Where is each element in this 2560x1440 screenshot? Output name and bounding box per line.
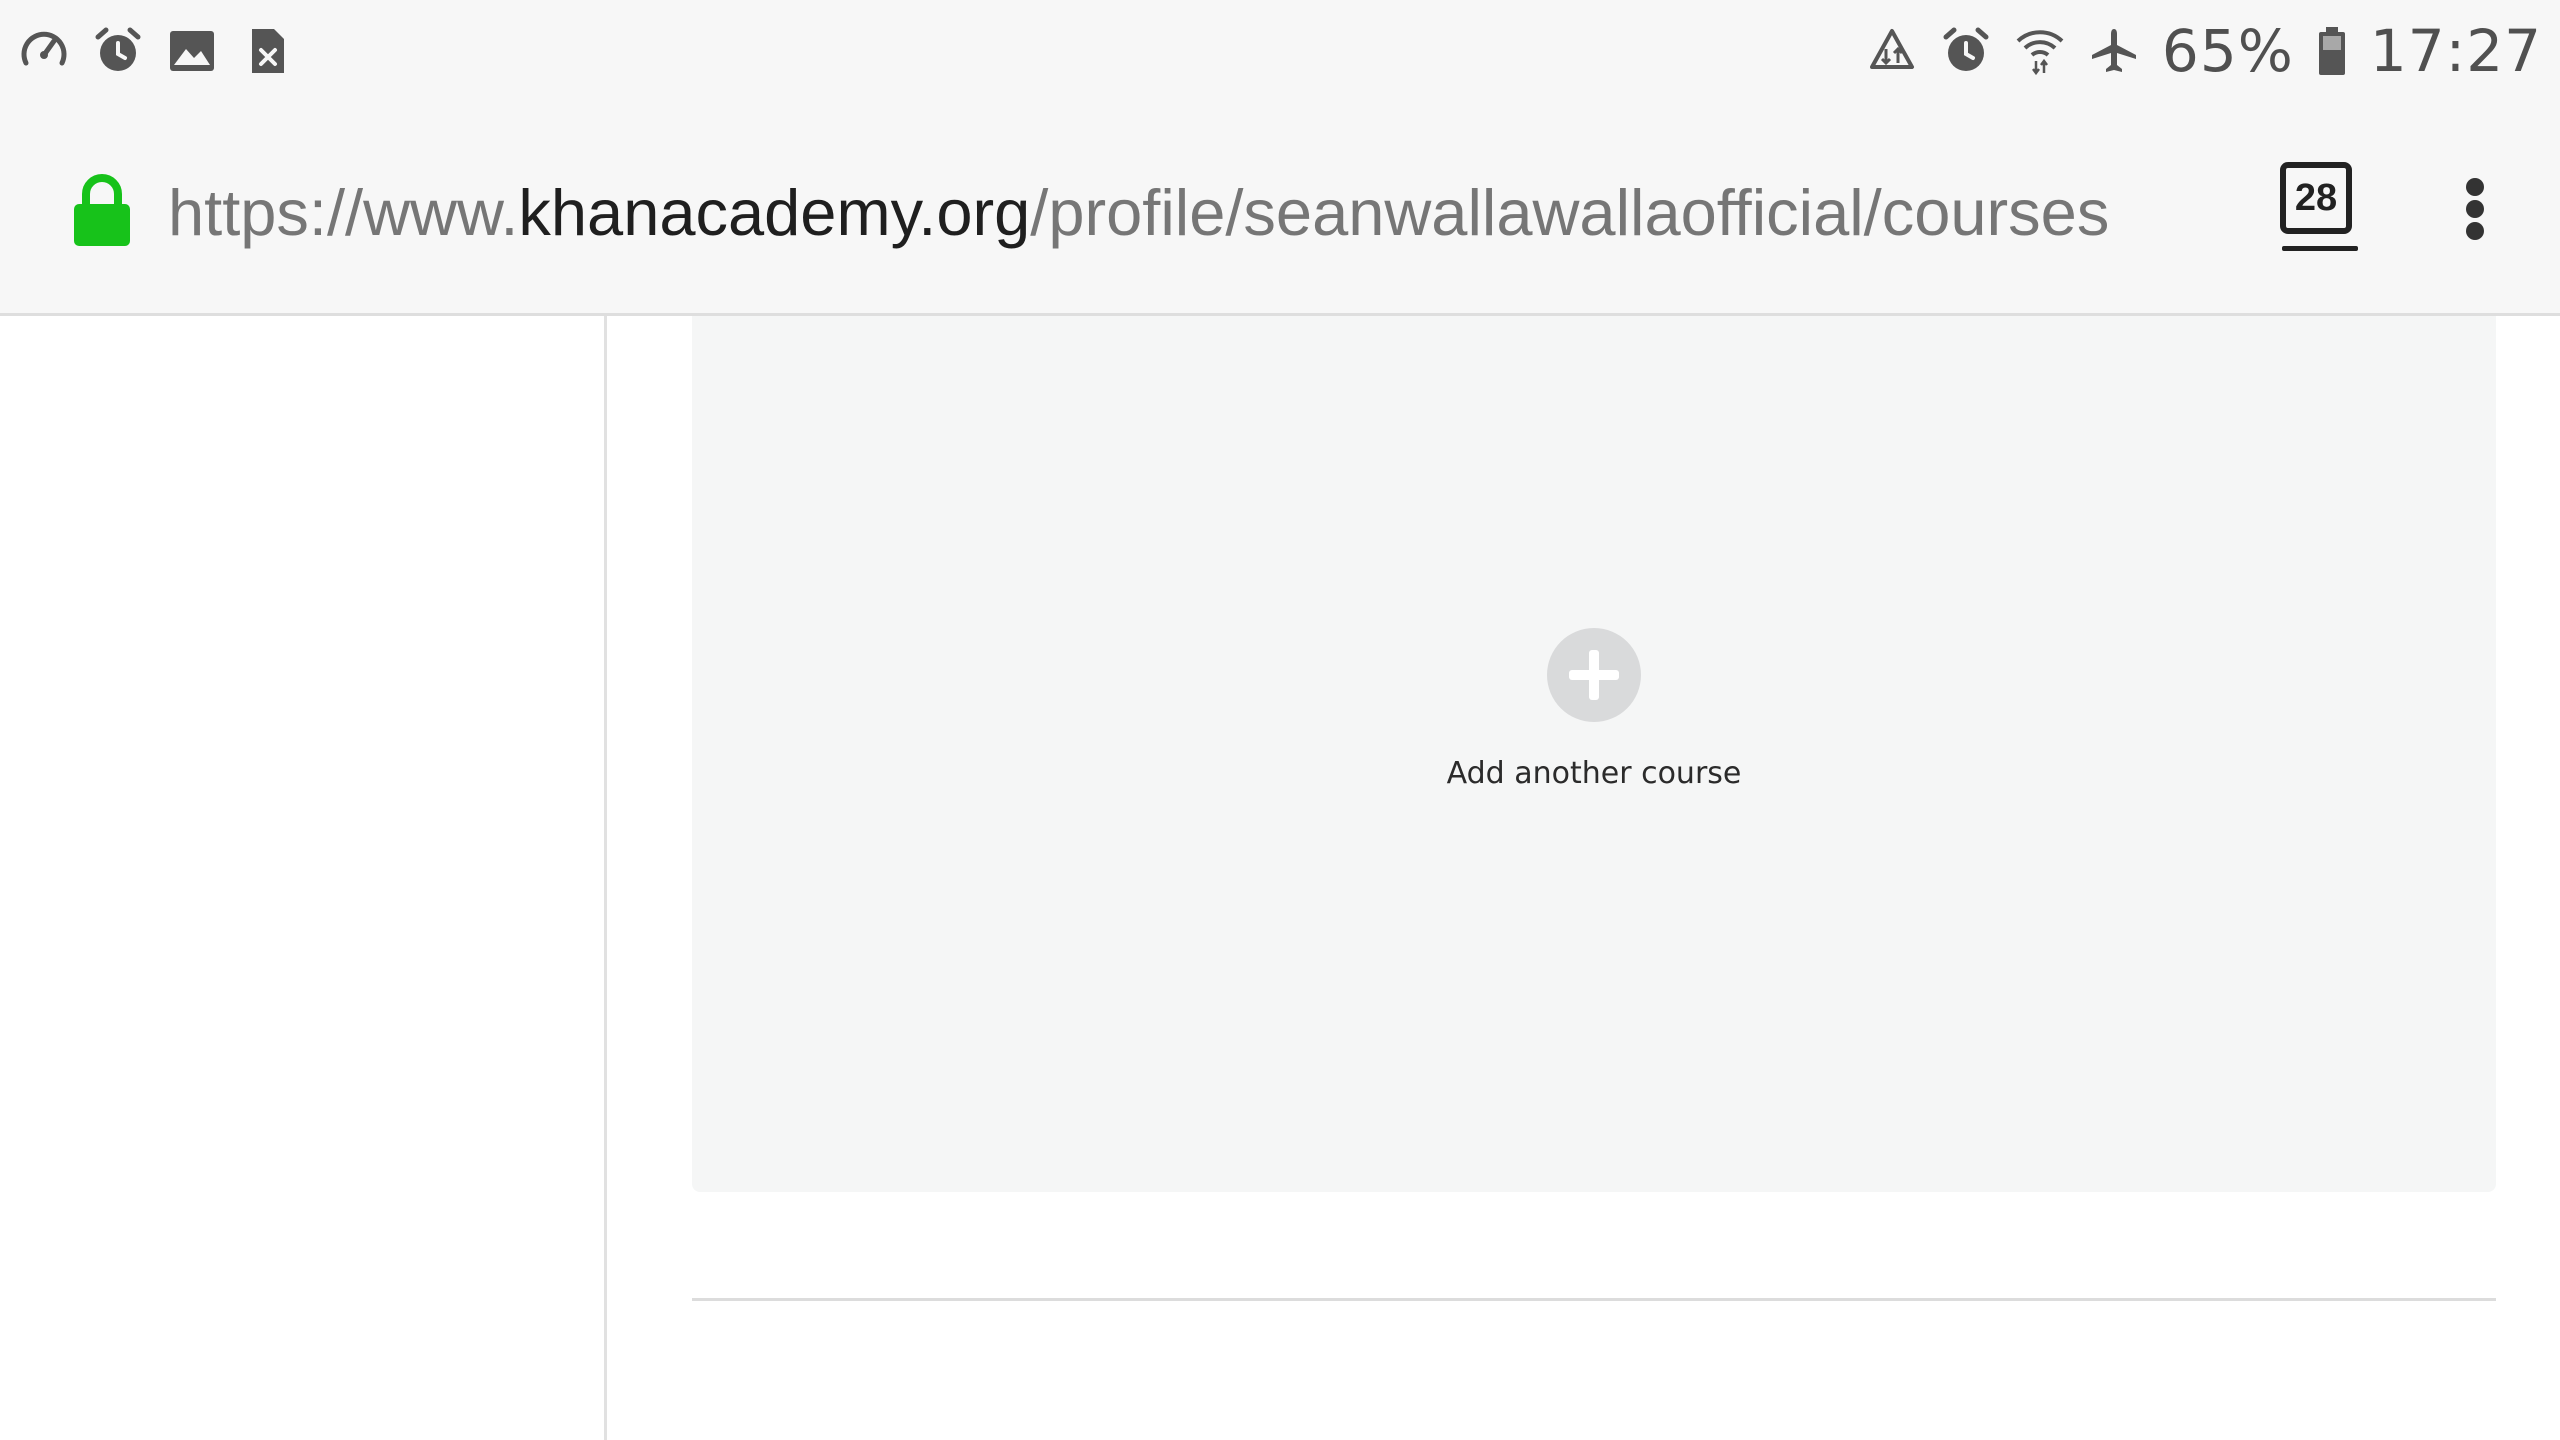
secure-lock-icon[interactable]: [72, 172, 132, 248]
add-course-card: Add another course: [692, 316, 2496, 1192]
url-path: /profile/seanwallawallaofficial/courses: [1030, 176, 2110, 249]
alarm-clock-icon: [92, 25, 144, 77]
menu-dot: [2466, 200, 2484, 218]
battery-icon: [2316, 25, 2348, 77]
menu-dot: [2466, 178, 2484, 196]
section-divider: [692, 1298, 2496, 1301]
overflow-menu-icon[interactable]: [2456, 168, 2496, 248]
url-prefix: https://www.: [168, 176, 519, 249]
tab-count-badge: 28: [2280, 162, 2352, 234]
alarm-clock-icon-right: [1940, 25, 1992, 77]
sim-card-error-icon: [240, 25, 292, 77]
tab-switcher-button[interactable]: 28: [2280, 162, 2360, 252]
speedometer-icon: [18, 25, 70, 77]
data-sync-icon: [1866, 25, 1918, 77]
image-icon: [166, 25, 218, 77]
add-circle-icon[interactable]: [1547, 628, 1641, 722]
airplane-mode-icon: [2088, 25, 2140, 77]
wifi-icon: [2014, 25, 2066, 77]
tab-switcher-underline: [2282, 246, 2358, 251]
add-course-label[interactable]: Add another course: [1447, 756, 1742, 791]
page-content: Add another course: [0, 316, 2560, 1440]
status-bar-left: [18, 25, 292, 77]
menu-dot: [2466, 222, 2484, 240]
url-domain: khanacademy.org: [518, 176, 1031, 249]
add-another-course-button[interactable]: Add another course: [692, 628, 2496, 791]
sidebar-divider: [604, 316, 607, 1440]
status-bar-right: 65% 17:27: [1866, 17, 2542, 85]
status-bar: 65% 17:27: [0, 0, 2560, 102]
address-bar-url[interactable]: https://www.khanacademy.org/profile/sean…: [168, 176, 2109, 250]
browser-toolbar: https://www.khanacademy.org/profile/sean…: [0, 102, 2560, 316]
battery-percent: 65%: [2161, 17, 2294, 85]
status-time: 17:27: [2369, 17, 2542, 85]
